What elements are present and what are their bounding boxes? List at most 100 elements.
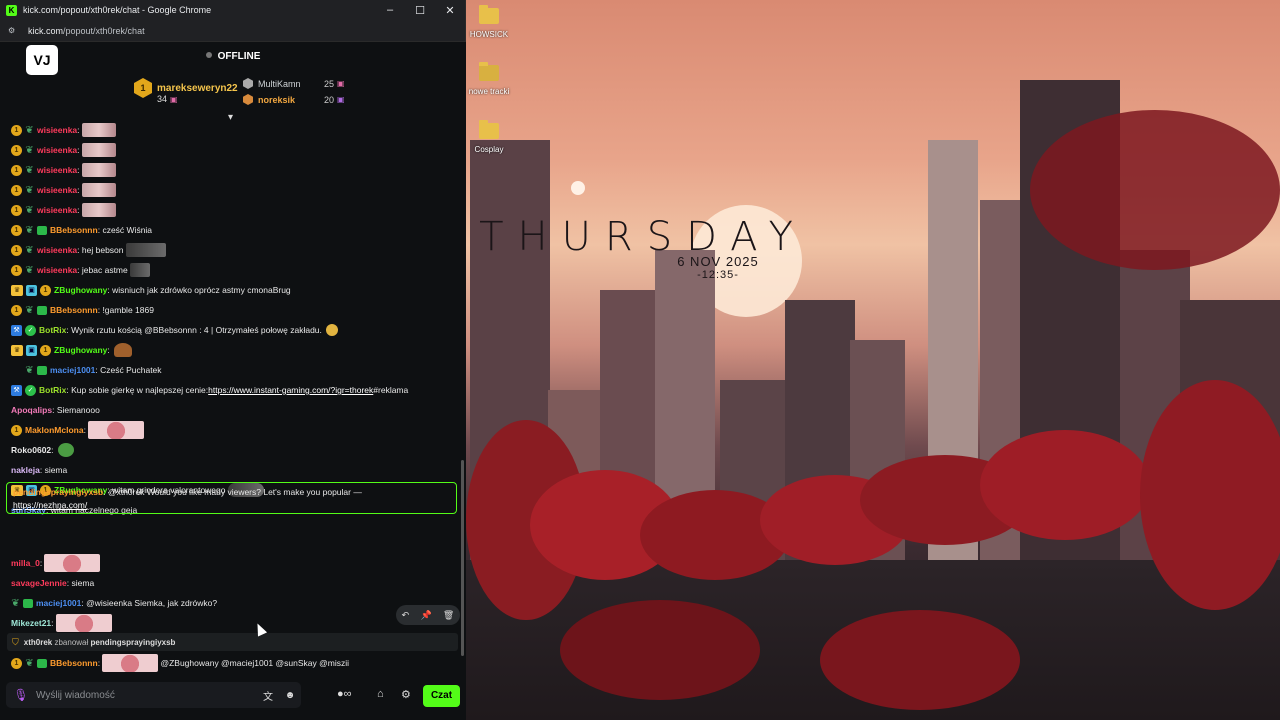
emote-image	[87, 421, 144, 439]
leaderboard-third[interactable]: noreksik 20 ▣	[243, 94, 345, 105]
chat-username[interactable]: ZBughowany	[54, 285, 107, 295]
chat-text: Wynik rzutu kością @BBebsonnn : 4 | Otrz…	[71, 325, 322, 335]
reply-icon[interactable]: ↶	[402, 610, 410, 621]
chat-username[interactable]: maciej1001	[36, 598, 81, 608]
site-settings-icon[interactable]: ⚙	[8, 26, 20, 36]
chat-header: VJ OFFLINE	[0, 42, 466, 75]
chat-message[interactable]: ⚒ ✓ BotRix: Wynik rzutu kością @BBebsonnn…	[11, 322, 338, 338]
chat-message[interactable]: ♛ ▣ 1 ZBughowany: wisniuch jak zdrówko opr…	[11, 282, 291, 298]
leaf-badge-icon: ❦	[25, 364, 34, 376]
stream-status: OFFLINE	[0, 51, 466, 62]
chat-message[interactable]: savageJennie: siema	[11, 575, 94, 591]
chat-message[interactable]: 1 ❦ wisieenka:	[11, 122, 116, 138]
rank-badge-icon: 1	[11, 244, 22, 256]
wallpaper-tree	[1030, 110, 1280, 270]
chat-username[interactable]: wisieenka	[37, 145, 77, 155]
chrome-window: K kick.com/popout/xth0rek/chat - Google …	[0, 0, 466, 720]
bot-badge-icon: ⚒	[11, 324, 22, 336]
close-icon[interactable]: ✕	[435, 4, 465, 17]
chat-username[interactable]: wisieenka	[37, 165, 77, 175]
chat-username[interactable]: wisieenka	[37, 245, 77, 255]
chat-message[interactable]: Roko0602:	[11, 442, 74, 458]
chat-message-input[interactable]	[36, 689, 257, 701]
translate-icon[interactable]: 文	[257, 688, 279, 703]
chat-message[interactable]: 1 ❦ wisieenka: hej bebson	[11, 242, 166, 258]
emoji-icon[interactable]: ☻	[279, 690, 301, 701]
delete-icon[interactable]: 🗑	[443, 610, 454, 621]
leaderboard-second[interactable]: MultiKamn 25 ▣	[243, 78, 345, 89]
chat-username[interactable]: ZBughowany	[54, 345, 107, 355]
ban-action: zbanował	[54, 637, 89, 647]
ban-target[interactable]: pendingsprayingiyxsb	[91, 638, 176, 647]
chat-username[interactable]: Apoqalips	[11, 405, 52, 415]
chat-username[interactable]: savageJennie	[11, 578, 67, 588]
chat-message[interactable]: milla_0:	[11, 554, 101, 572]
emoji-image	[325, 324, 338, 336]
gold-medal-icon: 1	[134, 78, 152, 98]
send-chat-button[interactable]: Czat	[423, 685, 460, 707]
chat-link[interactable]: https://nezhna.com/	[13, 500, 87, 510]
chat-message[interactable]: 1 ❦ wisieenka:	[11, 142, 116, 158]
chat-message[interactable]: 1 ❦ wisieenka: jebac astme	[11, 262, 150, 278]
bot-badge-icon: ⚒	[11, 384, 22, 396]
chat-username[interactable]: milla_0	[11, 558, 40, 568]
rank-badge-icon: 1	[11, 264, 22, 276]
chat-text: siema	[44, 465, 68, 475]
chat-message[interactable]: 1 ❦ BBebsonnn: !gamble 1869	[11, 302, 154, 318]
leaf-badge-icon: ❦	[25, 204, 34, 216]
chat-message[interactable]: 1 ❦ BBebsonnn: cześć Wiśnia	[11, 222, 152, 238]
chat-text: Kup sobie gierkę w najlepszej cenie:	[71, 385, 209, 395]
chat-message[interactable]: nakleja: siema	[11, 462, 67, 478]
chat-message[interactable]: ❦ maciej1001: Cześć Puchatek	[11, 362, 161, 378]
settings-gear-icon[interactable]: ⚙	[401, 688, 411, 701]
chat-message[interactable]: 1 ❦ wisieenka:	[11, 202, 116, 218]
chat-message[interactable]: 1 ❦ BBebsonnn: @ZBughowany @maciej1001 @s…	[11, 654, 349, 672]
chat-message[interactable]: Mikezet21:	[11, 614, 112, 632]
store-icon[interactable]: ⌂	[377, 688, 384, 700]
chat-username[interactable]: BBebsonnn	[50, 658, 98, 668]
chat-text: Siemanooo	[56, 405, 100, 415]
chat-link[interactable]: https://www.instant-gaming.com/?igr=thor…	[208, 385, 373, 395]
maximize-icon[interactable]: ☐	[405, 4, 435, 17]
gift-badge-icon	[37, 305, 47, 315]
chat-username[interactable]: MaklonMclona	[25, 425, 84, 435]
chat-username[interactable]: BotRix	[39, 385, 66, 395]
chat-username[interactable]: BotRix	[39, 325, 66, 335]
chat-username[interactable]: maciej1001	[50, 365, 95, 375]
chat-text: @wisieenka Siemka, jak zdrówko?	[86, 598, 218, 608]
chat-message[interactable]: 1 ❦ wisieenka:	[11, 162, 116, 178]
pin-icon[interactable]: 📌	[420, 610, 431, 621]
chat-username[interactable]: BBebsonnn	[50, 305, 98, 315]
leaderboard-first[interactable]: 1 marekseweryn22 34 ▣	[134, 78, 238, 104]
chat-message[interactable]: ♛ ▣ 1 ZBughowany:	[11, 342, 132, 358]
chat-username[interactable]: Mikezet21	[11, 618, 51, 628]
folder-icon	[479, 5, 499, 24]
chat-username[interactable]: wisieenka	[37, 205, 77, 215]
chat-scrollbar[interactable]	[461, 460, 464, 656]
ban-moderator[interactable]: xth0rek	[24, 638, 52, 647]
desktop-icon-howsick[interactable]: HOWSICK	[461, 5, 517, 39]
chat-username[interactable]: wisieenka	[37, 185, 77, 195]
chat-username[interactable]: nakleja	[11, 465, 40, 475]
chat-username[interactable]: wisieenka	[37, 125, 77, 135]
chat-username[interactable]: pendingsprayingiyxsb	[13, 487, 103, 497]
chat-message[interactable]: Apoqalips: Siemanooo	[11, 402, 100, 418]
gift-badge-icon	[37, 365, 47, 375]
chat-username[interactable]: BBebsonnn	[50, 225, 98, 235]
chat-message[interactable]: 1 MaklonMclona:	[11, 421, 144, 439]
kick-points-icon[interactable]: ●∞	[337, 688, 352, 700]
chat-message[interactable]: ❦ maciej1001: @wisieenka Siemka, jak zdr…	[11, 595, 217, 611]
gift-badge-icon	[23, 598, 33, 608]
emote-image	[81, 163, 116, 177]
desktop-icon-nowe-tracki[interactable]: nowe tracki	[461, 62, 517, 96]
chat-message[interactable]: ⚒ ✓ BotRix: Kup sobie gierkę w najlepszej…	[11, 382, 408, 398]
desktop-icon-cosplay[interactable]: Cosplay	[461, 120, 517, 154]
microphone-icon[interactable]: 🎙	[6, 688, 36, 702]
highlighted-message[interactable]: pendingsprayingiyxsb: @xth0rek Would you…	[6, 482, 457, 514]
chat-username[interactable]: Roko0602	[11, 445, 51, 455]
leaderboard-second-name: MultiKamn	[258, 78, 301, 89]
chat-message[interactable]: 1 ❦ wisieenka:	[11, 182, 116, 198]
minimize-icon[interactable]: –	[375, 4, 405, 16]
chat-username[interactable]: wisieenka	[37, 265, 77, 275]
address-bar[interactable]: ⚙ kick.com /popout/xth0rek/chat	[0, 20, 465, 42]
